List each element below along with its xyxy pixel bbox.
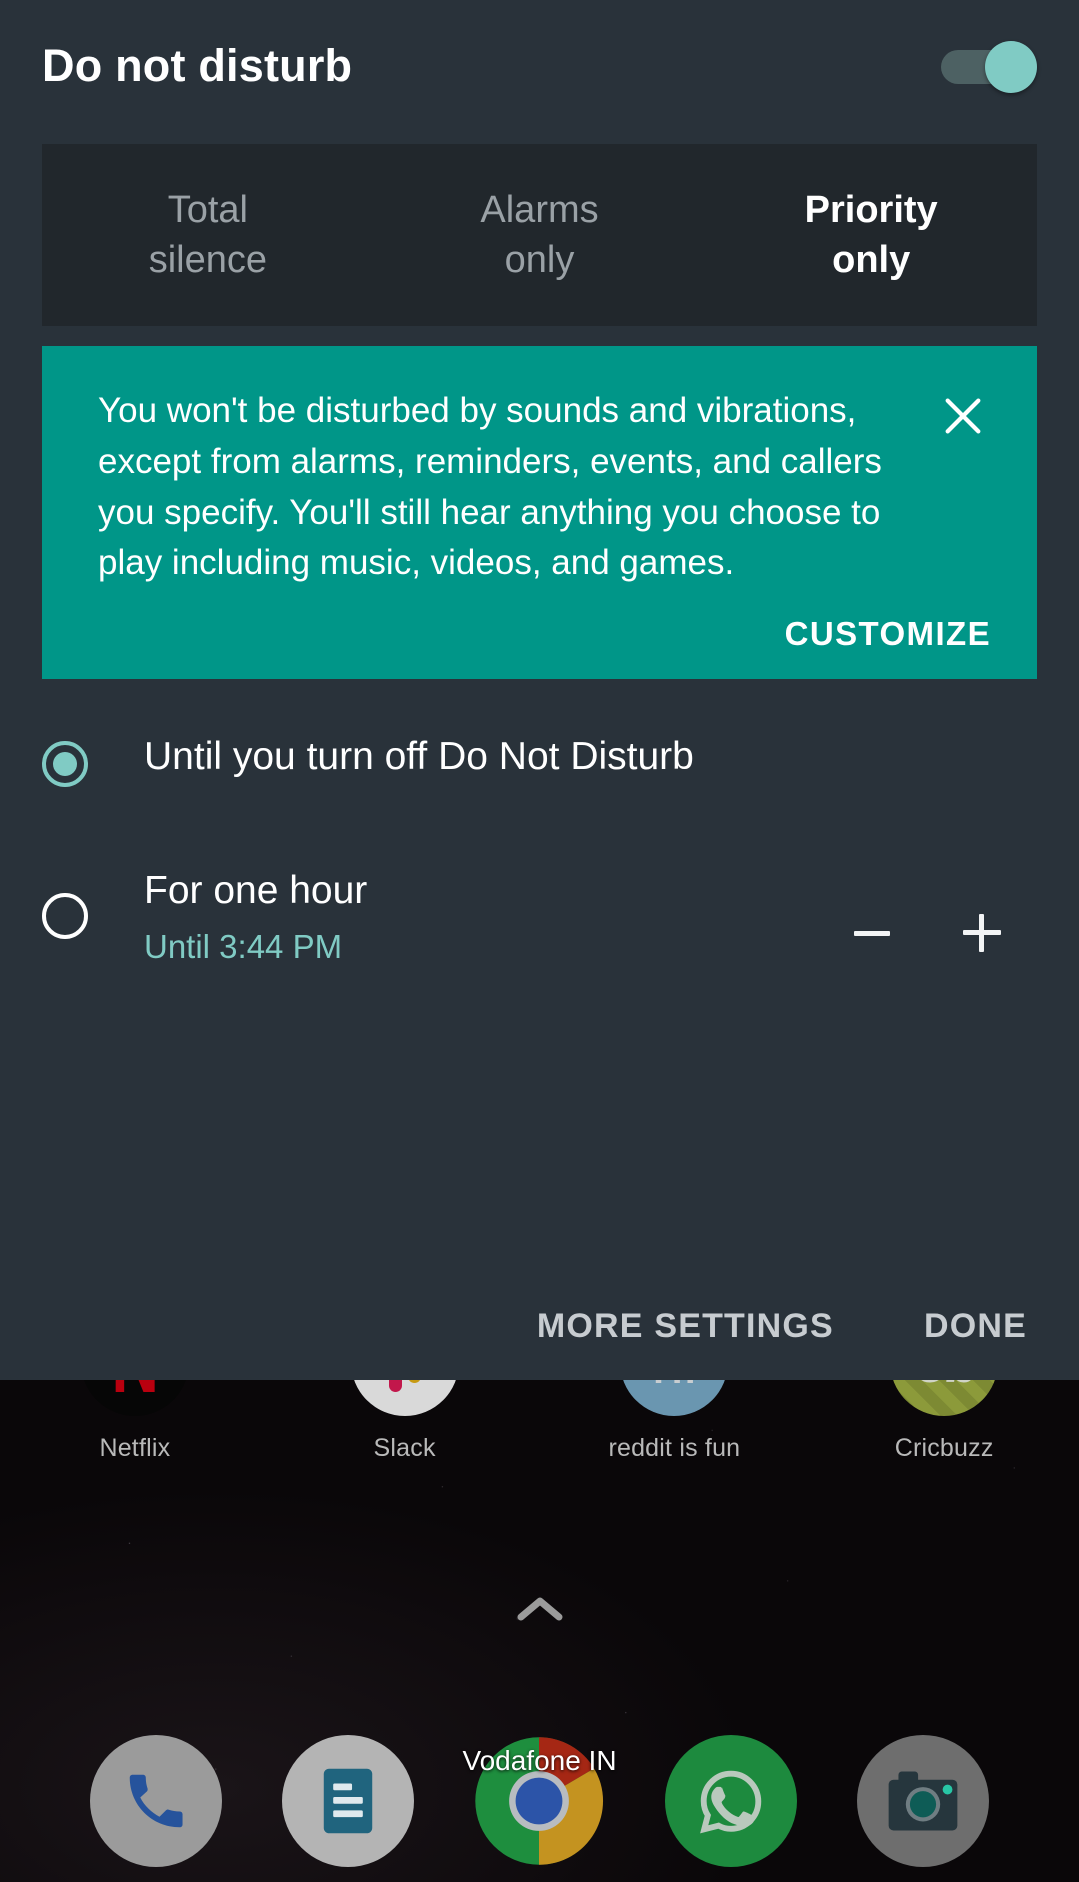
info-card-text: You won't be disturbed by sounds and vib… [98,391,882,583]
dnd-duration-options: Until you turn off Do Not Disturb For on… [0,735,1079,969]
app-item-netflix[interactable]: N Netflix [0,1308,270,1463]
toggle-thumb [985,41,1037,93]
phone-icon [89,1735,222,1867]
phone-screen: N Netflix Slack rif reddit is fun [0,0,1079,1882]
app-item-slack[interactable]: Slack [270,1308,540,1463]
dock-item-messages[interactable] [252,1735,444,1867]
mode-tab-line1: Alarms [480,188,599,231]
dnd-info-card: You won't be disturbed by sounds and vib… [42,346,1037,679]
app-item-cricbuzz[interactable]: cb Cricbuzz [809,1308,1079,1463]
duration-option-title: Until you turn off Do Not Disturb [144,735,694,778]
home-dock [0,1735,1079,1867]
app-label: Cricbuzz [894,1434,994,1462]
mode-tab-line2: silence [148,239,267,281]
messages-icon [281,1735,414,1867]
plus-icon [963,914,1001,952]
done-button[interactable]: DONE [924,1307,1027,1346]
duration-option-until-off[interactable]: Until you turn off Do Not Disturb [42,735,1079,835]
app-drawer-button[interactable] [0,1595,1079,1628]
mode-tab-line1: Priority [804,188,938,231]
dnd-toggle-switch[interactable] [941,40,1037,93]
more-settings-button[interactable]: MORE SETTINGS [537,1307,834,1346]
chevron-up-icon [517,1597,562,1621]
dnd-mode-selector: Total silence Alarms only Priority only [42,144,1037,326]
home-app-row: N Netflix Slack rif reddit is fun [0,1308,1079,1463]
dnd-panel-actions: MORE SETTINGS DONE [0,1307,1079,1346]
app-label: Netflix [99,1434,171,1462]
radio-button-until-off[interactable] [42,741,88,787]
close-icon[interactable] [931,384,995,448]
mode-tab-line2: only [504,239,575,281]
mode-tab-line2: only [832,239,911,281]
dock-item-whatsapp[interactable] [635,1735,827,1867]
duration-stepper [817,897,1037,969]
increment-button[interactable] [927,897,1037,969]
app-item-reddit-is-fun[interactable]: rif reddit is fun [540,1308,810,1463]
dock-item-camera[interactable] [827,1735,1019,1867]
decrement-button[interactable] [817,897,927,969]
app-label: Slack [373,1434,436,1462]
whatsapp-icon [665,1735,798,1867]
duration-option-one-hour[interactable]: For one hour Until 3:44 PM [42,869,1079,969]
do-not-disturb-panel: Do not disturb Total silence Alarms only… [0,0,1079,1380]
page-title: Do not disturb [42,40,353,91]
customize-button[interactable]: CUSTOMIZE [98,615,997,653]
mode-tab-line1: Total [167,188,248,231]
mode-tab-total-silence[interactable]: Total silence [42,185,374,285]
mode-tab-alarms-only[interactable]: Alarms only [374,185,706,285]
radio-button-one-hour[interactable] [42,893,88,939]
app-label: reddit is fun [608,1434,741,1462]
camera-icon [857,1735,990,1867]
mode-tab-priority-only[interactable]: Priority only [705,185,1037,285]
dnd-header: Do not disturb [0,0,1079,93]
minus-icon [854,930,890,936]
dock-item-chrome[interactable] [444,1735,636,1867]
dock-item-phone[interactable] [60,1735,252,1867]
chrome-icon [473,1735,605,1867]
